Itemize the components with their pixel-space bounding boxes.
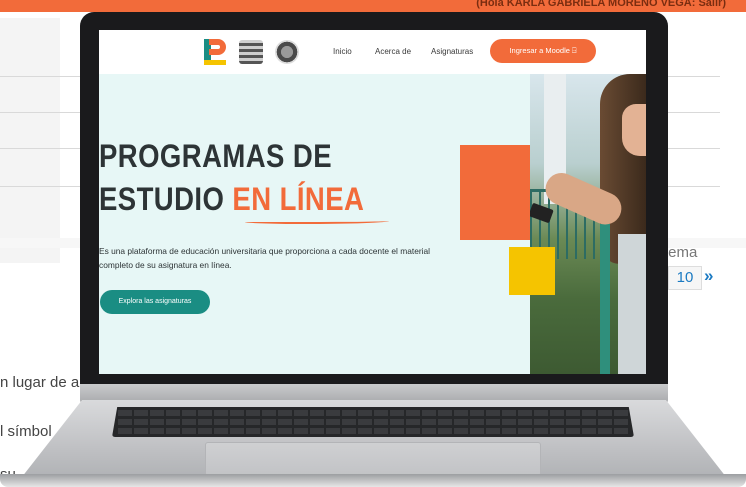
background-divider [0,148,80,149]
keyboard-row [118,410,628,416]
nav-link-inicio[interactable]: Inicio [333,47,352,56]
hero-accent-underline [245,219,389,224]
background-text: l símbol [0,423,52,440]
logo-bowl [209,39,226,55]
background-divider [668,112,720,113]
background-tema-label: tema [664,244,698,261]
background-divider [668,148,720,149]
laptop-keyboard [112,407,634,437]
hero-title-accent: EN LÍNEA [232,181,365,217]
laptop-screen: Inicio Acerca de Asignaturas Ingresar a … [99,30,646,374]
login-moodle-button[interactable]: Ingresar a Moodle ⍈ [490,39,596,63]
hero-photo [530,74,646,374]
photo-strap [600,224,610,374]
nav-link-asignaturas[interactable]: Asignaturas [431,47,473,56]
decorative-orange-block [460,145,530,240]
background-divider [668,76,720,77]
faculty-crest-icon [275,40,299,64]
background-divider [0,76,80,77]
nav-link-acerca[interactable]: Acerca de [375,47,411,56]
background-text: n lugar de a [0,374,80,391]
keyboard-row [118,428,628,434]
site-navbar: Inicio Acerca de Asignaturas Ingresar a … [99,30,646,74]
background-divider [668,186,720,187]
photo-shirt [618,234,646,374]
logo-p-icon[interactable] [204,39,228,65]
pagination-next-icon[interactable]: » [704,266,713,286]
photo-face [622,104,646,156]
background-greeting: (Hola KARLA GABRIELA MORENO VEGA: Salir) [476,0,726,9]
background-sidebar [0,18,60,263]
logo-foot [204,60,226,65]
unam-crest-icon [239,40,263,64]
hero-title-prefix: ESTUDIO [99,181,233,217]
decorative-yellow-block [509,247,555,295]
hero-title-line2: ESTUDIO EN LÍNEA [99,181,364,218]
background-divider [0,186,80,187]
explore-subjects-button[interactable]: Explora las asignaturas [100,290,210,314]
hero-description: Es una plataforma de educación universit… [99,246,431,270]
keyboard-row [118,419,628,425]
laptop-trackpad [205,442,541,476]
pagination-page-10[interactable]: 10 [668,266,702,290]
background-divider [0,112,80,113]
hero-title-line1: PROGRAMAS DE [99,138,332,174]
laptop-base-edge [0,474,746,487]
